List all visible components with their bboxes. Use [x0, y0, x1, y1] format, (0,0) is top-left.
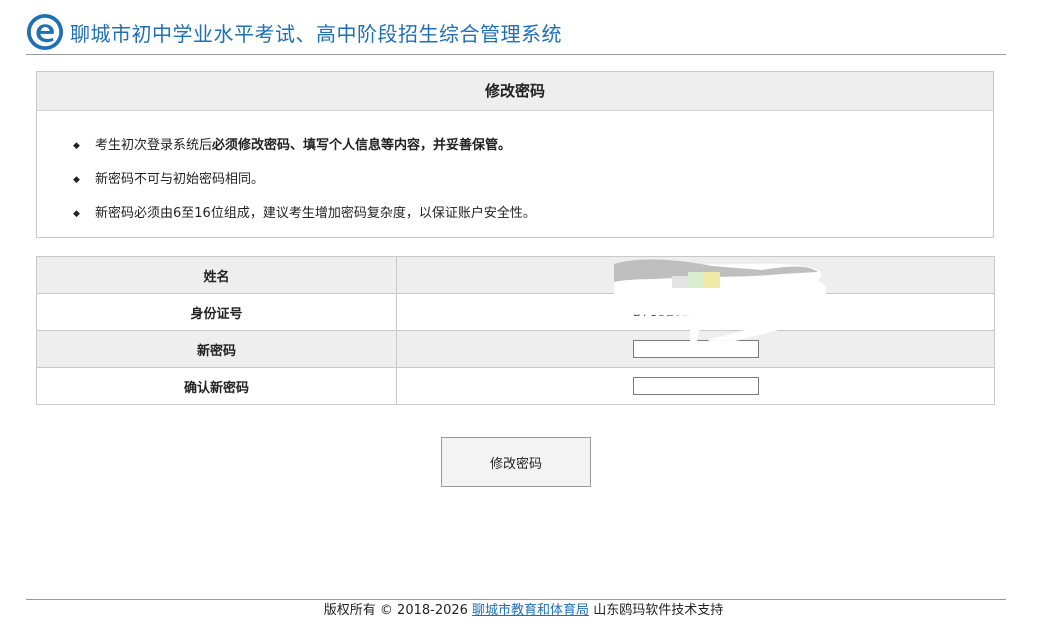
footer-copyright: 版权所有 © 2018-2026	[323, 603, 468, 618]
notice-title: 修改密码	[37, 72, 993, 111]
table-row: 确认新密码	[36, 367, 995, 405]
notice-item: ◆ 考生初次登录系统后必须修改密码、填写个人信息等内容，并妥善保管。	[73, 129, 993, 163]
confirm-password-label: 确认新密码	[36, 367, 397, 405]
new-password-input[interactable]	[633, 340, 759, 358]
education-bureau-link[interactable]: 聊城市教育和体育局	[472, 603, 589, 618]
notice-item-text: 新密码必须由6至16位组成，建议考生增加密码复杂度，以保证账户安全性。	[95, 206, 536, 221]
table-row: 姓名	[36, 256, 995, 294]
change-password-button[interactable]: 修改密码	[441, 437, 591, 487]
notice-item-bold: 必须修改密码、填写个人信息等内容，并妥善保管。	[212, 138, 512, 153]
footer: 版权所有 © 2018-2026 聊城市教育和体育局 山东鸥玛软件技术支持	[0, 603, 1047, 619]
table-row: 新密码	[36, 330, 995, 368]
confirm-password-input[interactable]	[633, 377, 759, 395]
diamond-bullet-icon: ◆	[73, 209, 80, 219]
notice-item-text: 新密码不可与初始密码相同。	[95, 172, 265, 187]
table-row: 身份证号 37152520	[36, 293, 995, 331]
notice-panel: 修改密码 ◆ 考生初次登录系统后必须修改密码、填写个人信息等内容，并妥善保管。 …	[36, 71, 994, 238]
notice-item: ◆ 新密码必须由6至16位组成，建议考生增加密码复杂度，以保证账户安全性。	[73, 197, 993, 231]
page: 聊城市初中学业水平考试、高中阶段招生综合管理系统 修改密码 ◆ 考生初次登录系统…	[0, 0, 1047, 632]
diamond-bullet-icon: ◆	[73, 141, 80, 151]
notice-list: ◆ 考生初次登录系统后必须修改密码、填写个人信息等内容，并妥善保管。 ◆ 新密码…	[37, 111, 993, 231]
new-password-cell	[396, 330, 995, 368]
footer-support: 山东鸥玛软件技术支持	[593, 603, 724, 618]
name-label: 姓名	[36, 256, 397, 294]
notice-item: ◆ 新密码不可与初始密码相同。	[73, 163, 993, 197]
app-title: 聊城市初中学业水平考试、高中阶段招生综合管理系统	[70, 21, 562, 46]
id-number-value: 37152520	[633, 304, 700, 320]
notice-item-text: 考生初次登录系统后	[95, 138, 213, 153]
password-form-table: 姓名 身份证号 37152520 新密码 确认新密码	[36, 256, 995, 405]
confirm-password-cell	[396, 367, 995, 405]
name-value	[396, 256, 995, 294]
footer-divider	[26, 599, 1006, 600]
header: 聊城市初中学业水平考试、高中阶段招生综合管理系统	[26, 10, 1006, 55]
id-number-label: 身份证号	[36, 293, 397, 331]
new-password-label: 新密码	[36, 330, 397, 368]
diamond-bullet-icon: ◆	[73, 175, 80, 185]
id-number-cell: 37152520	[396, 293, 995, 331]
e-logo-icon	[26, 13, 64, 51]
